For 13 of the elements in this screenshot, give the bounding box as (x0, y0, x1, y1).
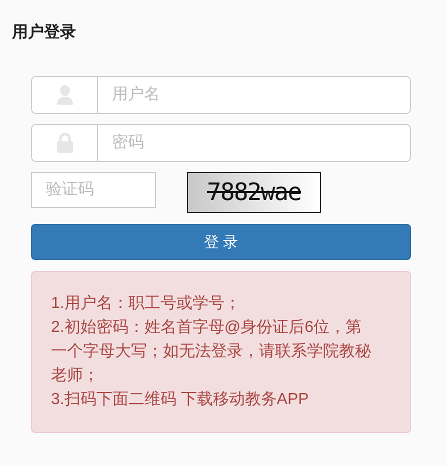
username-field[interactable]: 用户名 (31, 76, 411, 114)
page-title: 用户登录 (12, 22, 77, 43)
login-button[interactable]: 登 录 (31, 224, 411, 260)
notice-text: 2.初始密码：姓名首字母@身份证后6位，第一个字母大写；如无法登录，请联系学院教秘老师； (51, 318, 372, 386)
notice-text: 1.用户名：职工号或学号； (51, 294, 242, 314)
password-field[interactable]: 密码 (31, 124, 411, 162)
notice-text: 3.扫码下面二维码 下载移动教务APP (51, 390, 310, 410)
captcha-field[interactable]: 验证码 (31, 172, 156, 208)
username-input[interactable]: 用户名 (98, 77, 410, 113)
captcha-image[interactable]: 7882wae (187, 172, 321, 213)
user-icon (56, 85, 74, 105)
lock-icon (56, 133, 74, 153)
password-input[interactable]: 密码 (98, 125, 410, 161)
